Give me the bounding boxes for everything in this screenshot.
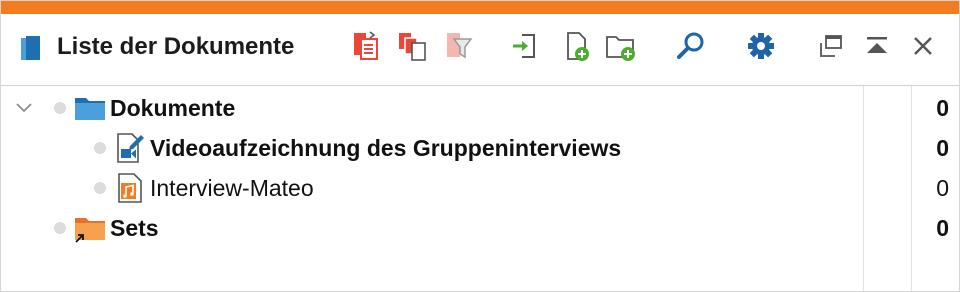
undock-window-button[interactable]: [813, 28, 849, 64]
copy-documents-icon: [399, 33, 426, 61]
filter-documents-button[interactable]: [441, 28, 477, 64]
item-count: 0: [936, 95, 949, 121]
documents-icon: [21, 36, 40, 60]
new-document-button[interactable]: [559, 28, 595, 64]
tree-item-label: Sets: [110, 215, 159, 241]
sets-folder-icon: [75, 218, 105, 243]
tree-item-label: Interview-Mateo: [150, 175, 314, 201]
document-tree: Dokumente 0 Videoaufzeichnung des Gruppe…: [1, 86, 959, 291]
collapse-up-icon: [867, 37, 887, 53]
search-button[interactable]: [673, 28, 709, 64]
restore-documents-button[interactable]: [349, 28, 385, 64]
chevron-down-icon[interactable]: [15, 100, 33, 116]
restore-documents-icon: [354, 31, 378, 60]
status-dot: [54, 102, 66, 114]
folder-icon: [75, 98, 105, 120]
copy-documents-button[interactable]: [394, 28, 430, 64]
audio-document-icon: [118, 173, 142, 203]
status-dot: [54, 222, 66, 234]
tree-row-documents[interactable]: Dokumente 0: [1, 88, 959, 128]
accent-bar: [1, 1, 959, 14]
document-list-window: Liste der Dokumente Dokumente 0 Videoauf…: [0, 0, 960, 292]
status-dot: [94, 142, 106, 154]
item-count: 0: [936, 175, 949, 201]
tree-row-audio-document[interactable]: Interview-Mateo 0: [1, 168, 959, 208]
settings-button[interactable]: [743, 28, 779, 64]
import-button[interactable]: [507, 28, 543, 64]
search-icon: [677, 32, 704, 59]
tree-item-label: Dokumente: [110, 95, 236, 121]
status-dot: [94, 182, 106, 194]
new-folder-icon: [606, 36, 635, 61]
filter-documents-icon: [447, 33, 473, 59]
item-count: 0: [936, 215, 949, 241]
item-count: 0: [936, 135, 949, 161]
new-folder-button[interactable]: [603, 28, 639, 64]
close-icon: [914, 37, 932, 55]
settings-icon: [748, 33, 774, 59]
video-document-icon: [117, 133, 144, 163]
import-icon: [513, 34, 535, 58]
collapse-up-button[interactable]: [859, 28, 895, 64]
tree-item-label: Videoaufzeichnung des Gruppeninterviews: [150, 135, 622, 161]
tree-row-video-document[interactable]: Videoaufzeichnung des Gruppeninterviews …: [1, 128, 959, 168]
toolbar: Liste der Dokumente: [1, 14, 959, 86]
new-document-icon: [567, 32, 589, 61]
window-title: Liste der Dokumente: [57, 33, 295, 60]
close-button[interactable]: [905, 28, 941, 64]
undock-window-icon: [820, 35, 842, 57]
tree-row-sets[interactable]: Sets 0: [1, 208, 959, 248]
